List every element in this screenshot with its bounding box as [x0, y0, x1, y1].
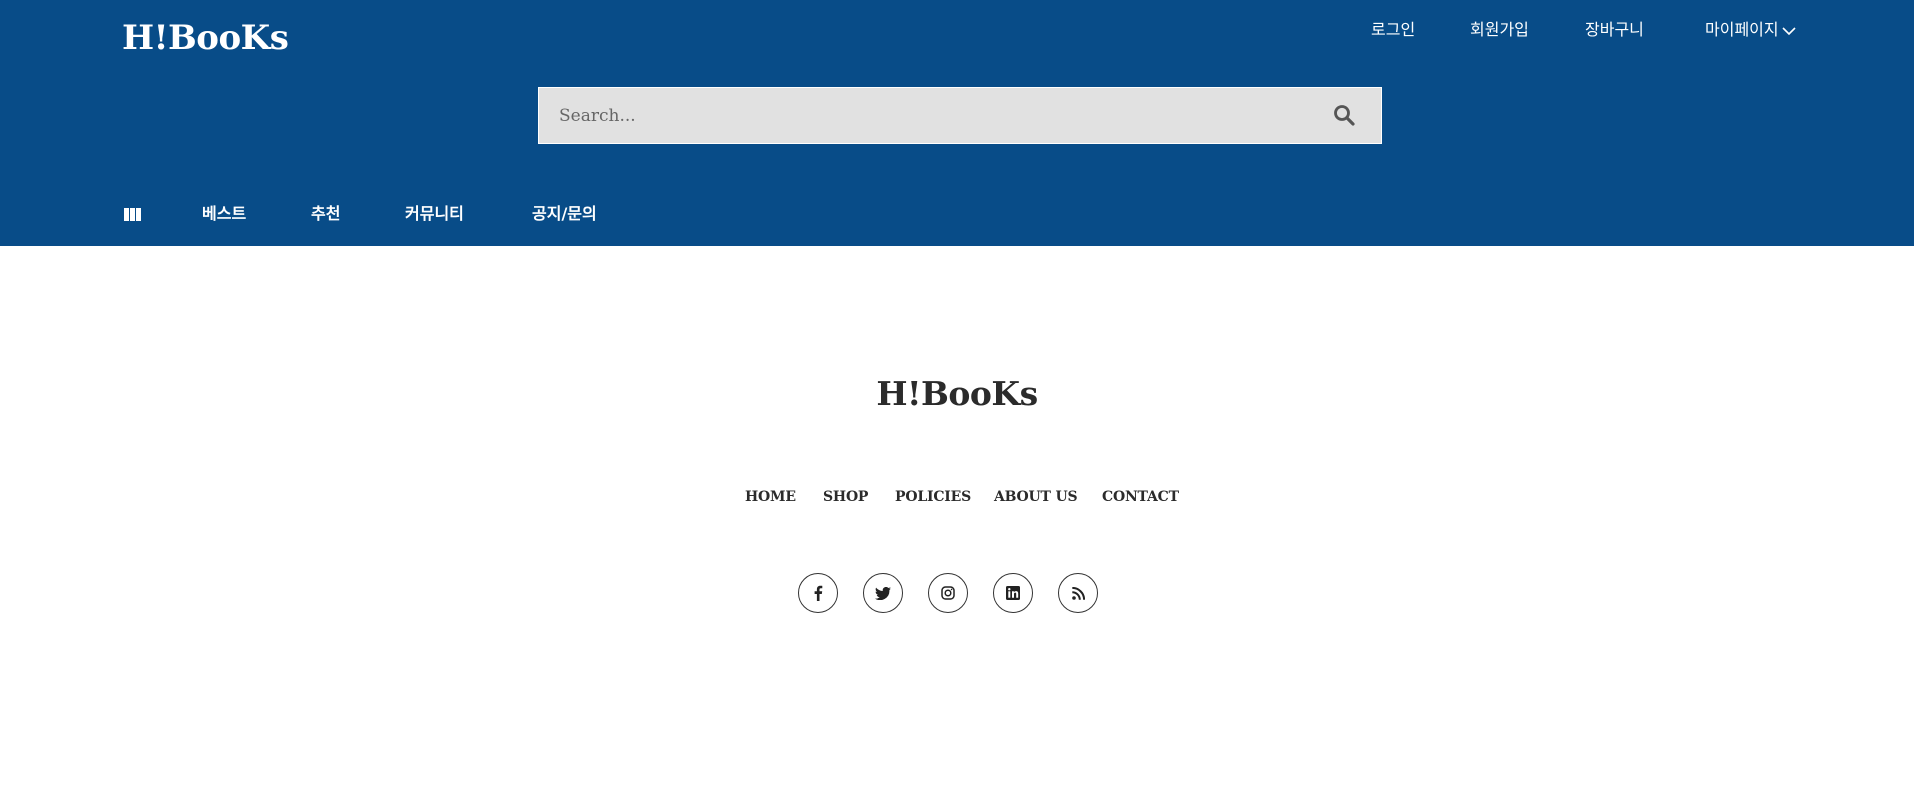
instagram-link[interactable] — [928, 573, 968, 613]
rss-icon — [1071, 586, 1085, 600]
search-icon[interactable] — [1333, 104, 1357, 128]
login-link[interactable]: 로그인 — [1371, 16, 1415, 40]
footer-nav-home[interactable]: HOME — [745, 489, 796, 505]
twitter-link[interactable] — [863, 573, 903, 613]
footer-nav-policies[interactable]: POLICIES — [895, 489, 971, 505]
top-links: 로그인 회원가입 장바구니 마이페이지 — [0, 16, 1914, 40]
facebook-link[interactable] — [798, 573, 838, 613]
nav-notice[interactable]: 공지/문의 — [532, 200, 597, 224]
footer-nav-about[interactable]: ABOUT US — [994, 489, 1078, 505]
signup-link[interactable]: 회원가입 — [1470, 16, 1529, 40]
nav-best[interactable]: 베스트 — [202, 200, 246, 224]
chevron-down-icon — [1782, 21, 1796, 40]
cart-link[interactable]: 장바구니 — [1585, 16, 1644, 40]
rss-link[interactable] — [1058, 573, 1098, 613]
mypage-label: 마이페이지 — [1705, 20, 1779, 39]
instagram-icon — [941, 586, 955, 600]
nav-community[interactable]: 커뮤니티 — [405, 200, 464, 224]
linkedin-icon — [1006, 586, 1020, 600]
footer-nav-contact[interactable]: CONTACT — [1102, 489, 1179, 505]
twitter-icon — [875, 586, 891, 600]
footer-logo[interactable]: H!BooKs — [0, 374, 1914, 413]
linkedin-link[interactable] — [993, 573, 1033, 613]
nav-recommend[interactable]: 추천 — [311, 200, 340, 224]
search-input[interactable] — [539, 88, 1319, 143]
facebook-icon — [813, 585, 823, 601]
footer-nav: HOME SHOP POLICIES ABOUT US CONTACT — [0, 489, 1914, 509]
search-bar — [538, 87, 1382, 144]
mypage-link[interactable]: 마이페이지 — [1705, 16, 1796, 40]
site-header: H!BooKs 로그인 회원가입 장바구니 마이페이지 베스트 추천 커뮤니티 … — [0, 0, 1914, 246]
main-nav: 베스트 추천 커뮤니티 공지/문의 — [0, 200, 1914, 226]
footer-nav-shop[interactable]: SHOP — [823, 489, 868, 505]
